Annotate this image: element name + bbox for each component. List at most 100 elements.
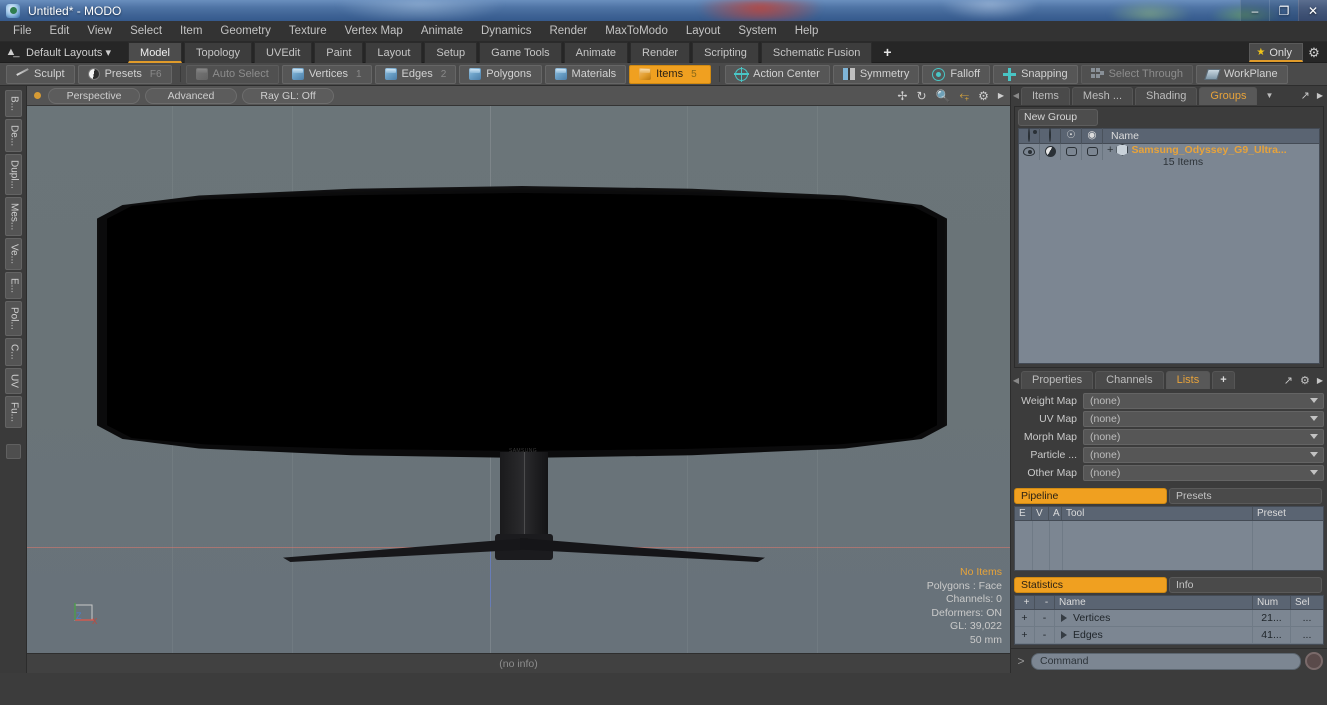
left-tab-edge[interactable]: E... bbox=[4, 272, 22, 300]
stats-row-name-cell[interactable]: Vertices bbox=[1055, 610, 1253, 627]
snapping-button[interactable]: Snapping bbox=[993, 64, 1078, 84]
menu-vertex-map[interactable]: Vertex Map bbox=[336, 21, 412, 42]
new-group-button[interactable]: New Group bbox=[1018, 108, 1098, 126]
stats-row-name-cell[interactable]: Edges bbox=[1055, 627, 1253, 644]
expand-icon[interactable]: ↗ bbox=[1301, 89, 1310, 102]
stats-add-button[interactable]: + bbox=[1015, 610, 1035, 627]
tab-shading[interactable]: Shading bbox=[1135, 86, 1198, 105]
menu-help[interactable]: Help bbox=[786, 21, 828, 42]
fit-icon[interactable]: ⥆ bbox=[959, 88, 969, 103]
monitor-3d-model[interactable]: SAMSUNG bbox=[97, 186, 947, 566]
pipeline-table-body[interactable] bbox=[1014, 521, 1324, 572]
expand-triangle-icon[interactable] bbox=[1061, 631, 1067, 640]
expand-triangle-icon[interactable] bbox=[1061, 614, 1067, 623]
viewport-view-mode-button[interactable]: Perspective bbox=[48, 87, 140, 104]
home-upload-icon[interactable]: ▲̲ bbox=[0, 46, 22, 58]
menu-render[interactable]: Render bbox=[540, 21, 596, 42]
stats-sub-button[interactable]: - bbox=[1035, 610, 1055, 627]
layout-tab-setup[interactable]: Setup bbox=[424, 41, 478, 63]
menu-animate[interactable]: Animate bbox=[412, 21, 472, 42]
menu-system[interactable]: System bbox=[729, 21, 785, 42]
command-input[interactable]: Command bbox=[1031, 652, 1301, 670]
layout-tab-scripting[interactable]: Scripting bbox=[692, 41, 759, 63]
table-row[interactable]: + - Edges 41... ... bbox=[1015, 627, 1323, 645]
add-layout-tab-button[interactable]: + bbox=[874, 42, 900, 63]
pan-icon[interactable]: ✢ bbox=[897, 89, 907, 103]
left-tab-vertex[interactable]: Ve... bbox=[4, 238, 22, 271]
polygons-mode-button[interactable]: Polygons bbox=[459, 64, 542, 84]
menu-layout[interactable]: Layout bbox=[677, 21, 730, 42]
tab-presets[interactable]: Presets bbox=[1169, 488, 1322, 505]
left-tab-mesh[interactable]: Mes... bbox=[4, 197, 22, 237]
tab-lists[interactable]: Lists bbox=[1165, 371, 1211, 390]
action-center-button[interactable]: Action Center bbox=[725, 64, 830, 84]
panel-collapse-arrow-icon[interactable]: ◀ bbox=[1011, 91, 1021, 100]
groups-list[interactable]: + Samsung_Odyssey_G9_Ultra... 15 Items bbox=[1018, 143, 1320, 364]
gear-icon[interactable]: ⚙ bbox=[1303, 45, 1325, 61]
sculpt-button[interactable]: Sculpt bbox=[6, 64, 75, 84]
presets-button[interactable]: Presets F6 bbox=[77, 64, 172, 84]
layout-tab-schematic-fusion[interactable]: Schematic Fusion bbox=[760, 41, 873, 63]
expand-icon[interactable]: ↗ bbox=[1284, 374, 1293, 387]
table-row[interactable]: + Samsung_Odyssey_G9_Ultra... 15 Items bbox=[1019, 143, 1319, 174]
minimize-button[interactable]: – bbox=[1240, 0, 1269, 21]
menu-file[interactable]: File bbox=[4, 21, 41, 42]
menu-maxtomodo[interactable]: MaxToModo bbox=[596, 21, 677, 42]
gear-icon[interactable]: ⚙ bbox=[1300, 374, 1310, 387]
left-tab-deform[interactable]: De... bbox=[4, 119, 22, 153]
tab-properties[interactable]: Properties bbox=[1021, 371, 1094, 390]
ghost-icon[interactable] bbox=[1040, 127, 1061, 144]
menu-dynamics[interactable]: Dynamics bbox=[472, 21, 540, 42]
viewport-shading-button[interactable]: Advanced bbox=[145, 87, 237, 104]
close-button[interactable]: ✕ bbox=[1298, 0, 1327, 21]
row-ghost-icon[interactable] bbox=[1040, 143, 1061, 160]
left-tab-extra-button[interactable] bbox=[5, 443, 21, 459]
stats-sub-button[interactable]: - bbox=[1035, 627, 1055, 644]
layout-tab-render[interactable]: Render bbox=[630, 41, 691, 63]
viewport-raygl-button[interactable]: Ray GL: Off bbox=[242, 87, 334, 104]
materials-mode-button[interactable]: Materials bbox=[544, 64, 627, 84]
left-tab-polygon[interactable]: Pol... bbox=[4, 301, 22, 337]
rotate-icon[interactable]: ↻ bbox=[916, 89, 926, 103]
layout-tab-game-tools[interactable]: Game Tools bbox=[479, 41, 562, 63]
edges-mode-button[interactable]: Edges 2 bbox=[374, 64, 457, 84]
layout-selector[interactable]: Default Layouts ▾ bbox=[22, 46, 120, 59]
eye-icon[interactable] bbox=[1019, 127, 1040, 144]
layout-tab-model[interactable]: Model bbox=[128, 41, 182, 63]
tab-items[interactable]: Items bbox=[1021, 86, 1070, 105]
group-item-name[interactable]: Samsung_Odyssey_G9_Ultra... bbox=[1131, 144, 1286, 156]
workplane-button[interactable]: WorkPlane bbox=[1196, 64, 1288, 84]
symmetry-button[interactable]: Symmetry bbox=[832, 64, 920, 84]
morph-map-dropdown[interactable]: (none) bbox=[1083, 428, 1324, 445]
only-toggle-button[interactable]: ★ Only bbox=[1249, 43, 1303, 62]
left-tab-command[interactable]: C... bbox=[4, 338, 22, 366]
chevron-right-icon[interactable]: ▶ bbox=[1317, 376, 1323, 385]
left-tab-fusion[interactable]: Fu... bbox=[4, 395, 22, 428]
lock-icon[interactable]: ☉ bbox=[1061, 127, 1082, 144]
tab-channels[interactable]: Channels bbox=[1095, 371, 1164, 390]
record-icon[interactable] bbox=[1305, 652, 1323, 671]
left-tab-uv[interactable]: UV bbox=[4, 367, 22, 394]
tab-info[interactable]: Info bbox=[1169, 577, 1322, 594]
layout-tab-layout[interactable]: Layout bbox=[365, 41, 423, 63]
maximize-button[interactable]: ❐ bbox=[1269, 0, 1298, 21]
row-eye-icon[interactable] bbox=[1019, 143, 1040, 160]
row-lock-icon[interactable] bbox=[1061, 143, 1082, 160]
panel-collapse-arrow-icon[interactable]: ◀ bbox=[1011, 376, 1021, 385]
row-render-icon[interactable] bbox=[1082, 143, 1103, 160]
other-map-dropdown[interactable]: (none) bbox=[1083, 464, 1324, 481]
tab-groups[interactable]: Groups bbox=[1199, 86, 1258, 105]
select-through-button[interactable]: Select Through bbox=[1080, 64, 1193, 84]
3d-viewport[interactable]: SAMSUNG Z X No Items Polygons : Face Cha… bbox=[27, 106, 1010, 653]
render-icon[interactable]: ◉ bbox=[1082, 127, 1103, 144]
gear-icon[interactable]: ⚙ bbox=[978, 89, 989, 103]
layout-tab-paint[interactable]: Paint bbox=[314, 41, 364, 63]
menu-texture[interactable]: Texture bbox=[280, 21, 336, 42]
weight-map-dropdown[interactable]: (none) bbox=[1083, 392, 1324, 409]
zoom-icon[interactable]: 🔍 bbox=[936, 89, 951, 103]
group-item-cell[interactable]: + Samsung_Odyssey_G9_Ultra... 15 Items bbox=[1103, 143, 1319, 168]
particle-dropdown[interactable]: (none) bbox=[1083, 446, 1324, 463]
items-mode-button[interactable]: Items 5 bbox=[629, 64, 712, 84]
layout-tab-uvedit[interactable]: UVEdit bbox=[254, 41, 313, 63]
chevron-down-icon[interactable]: ▼ bbox=[1259, 91, 1279, 100]
